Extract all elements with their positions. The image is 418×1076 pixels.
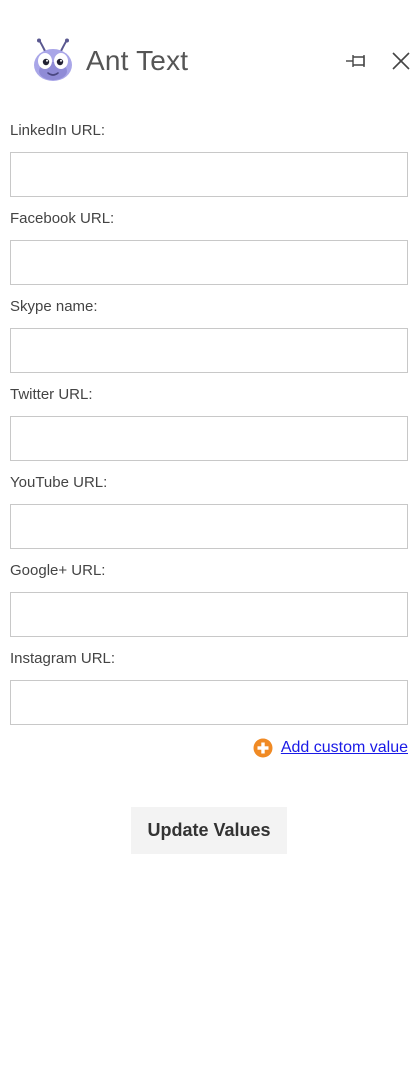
youtube-label: YouTube URL: [10,474,108,491]
googleplus-label: Google+ URL: [10,562,106,579]
facebook-field: Facebook URL: [10,208,408,296]
app-title: Ant Text [86,45,189,76]
twitter-label: Twitter URL: [10,386,93,403]
twitter-field: Twitter URL: [10,384,408,472]
youtube-field: YouTube URL: [10,472,408,560]
skype-name-input[interactable] [10,328,408,373]
close-icon[interactable] [390,50,412,72]
plus-circle-icon [253,738,273,758]
update-values-button[interactable]: Update Values [131,807,287,854]
linkedin-label: LinkedIn URL: [10,122,106,139]
youtube-url-input[interactable] [10,504,408,549]
facebook-url-input[interactable] [10,240,408,285]
pin-icon[interactable] [344,50,370,72]
facebook-label: Facebook URL: [10,210,115,227]
social-links-form: LinkedIn URL: Facebook URL: Skype name: … [10,120,408,736]
googleplus-url-input[interactable] [10,592,408,637]
instagram-url-input[interactable] [10,680,408,725]
twitter-url-input[interactable] [10,416,408,461]
header: Ant Text [0,0,418,120]
instagram-label: Instagram URL: [10,650,116,667]
skype-field: Skype name: [10,296,408,384]
linkedin-field: LinkedIn URL: [10,120,408,208]
linkedin-url-input[interactable] [10,152,408,197]
add-custom-value-label[interactable]: Add custom value [281,739,408,757]
ant-mascot-icon [30,38,76,84]
skype-label: Skype name: [10,298,98,315]
add-custom-value-link[interactable]: Add custom value [253,737,408,759]
googleplus-field: Google+ URL: [10,560,408,648]
instagram-field: Instagram URL: [10,648,408,736]
